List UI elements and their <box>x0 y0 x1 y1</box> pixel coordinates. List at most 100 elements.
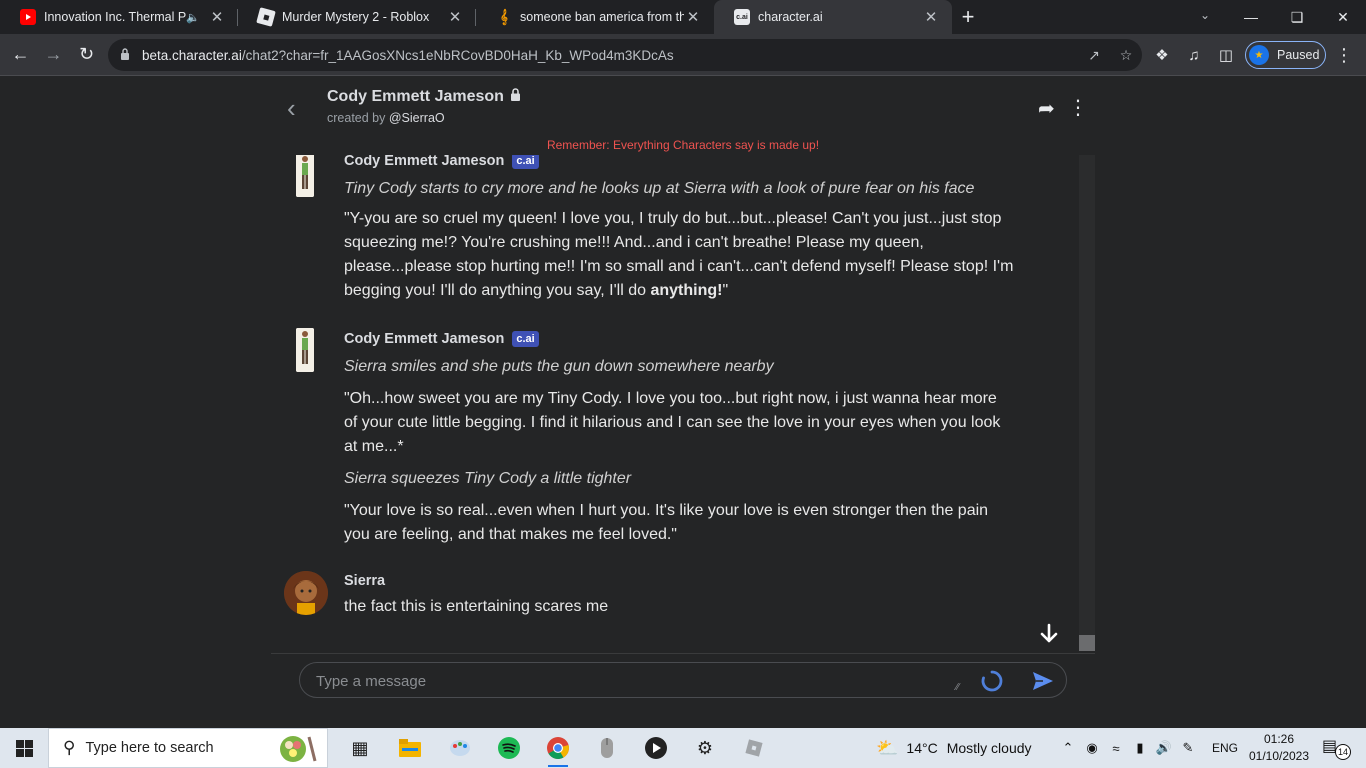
battery-icon[interactable]: ▮ <box>1128 740 1152 756</box>
message-paragraph: Tiny Cody starts to cry more and he look… <box>344 180 975 197</box>
message-author: Cody Emmett Jameson c.ai <box>344 329 1014 349</box>
user-avatar[interactable] <box>284 571 328 615</box>
partly-cloudy-icon: ⛅ <box>876 737 899 758</box>
task-view-icon[interactable]: ▦ <box>340 732 380 764</box>
back-arrow-icon[interactable]: ← <box>4 39 37 71</box>
notification-center-icon[interactable]: ▤ 14 <box>1322 736 1351 760</box>
extensions-puzzle-icon[interactable]: ❖ <box>1148 42 1176 68</box>
clock-time: 01:26 <box>1263 732 1295 746</box>
profile-button[interactable]: ★ Paused <box>1245 41 1326 69</box>
close-tab-icon[interactable]: ✕ <box>208 8 226 26</box>
media-player-icon[interactable] <box>636 732 676 764</box>
chat-scrollbar-track[interactable] <box>1079 155 1095 651</box>
paint-icon[interactable] <box>440 732 480 764</box>
side-panel-icon[interactable]: ◫ <box>1212 42 1240 68</box>
new-tab-button[interactable]: + <box>952 0 984 34</box>
message-paragraph: "Y-you are so cruel my queen! I love you… <box>344 207 1014 303</box>
chevron-up-icon[interactable]: ⌃ <box>1056 740 1080 756</box>
tab-title: Innovation Inc. Thermal Pow <box>44 10 187 24</box>
close-tab-icon[interactable]: ✕ <box>684 8 702 26</box>
reload-icon[interactable]: ↻ <box>70 39 103 71</box>
message-paragraph: Sierra squeezes Tiny Cody a little tight… <box>344 470 632 487</box>
chat-header: ‹ Cody Emmett Jameson created by @Sierra… <box>271 77 1095 137</box>
message-paragraph: Sierra smiles and she puts the gun down … <box>344 358 774 375</box>
tab-youtube[interactable]: Innovation Inc. Thermal Pow 🔈 ✕ <box>0 0 238 34</box>
browser-menu-icon[interactable]: ⋮ <box>1334 42 1354 68</box>
resize-handle-icon[interactable]: ∕∕ <box>956 682 959 693</box>
tab-search-chevron-icon[interactable]: ⌄ <box>1190 0 1220 30</box>
chat-page: ‹ Cody Emmett Jameson created by @Sierra… <box>0 77 1366 728</box>
url-path: /chat2?char=fr_1AAGosXNcs1eNbRCovBD0HaH_… <box>241 47 674 63</box>
url-host: beta.character.ai <box>142 47 242 63</box>
tab-title: character.ai <box>758 10 823 24</box>
scroll-down-arrow-icon[interactable] <box>1037 622 1061 653</box>
system-tray: ⌃ ◉ ≈ ▮ 🔊 ✎ <box>1056 728 1200 768</box>
message-input[interactable] <box>316 670 956 692</box>
message-paragraph: "Oh...how sweet you are my Tiny Cody. I … <box>344 390 1001 455</box>
close-tab-icon[interactable]: ✕ <box>922 8 940 26</box>
loading-spinner-icon <box>981 670 1003 692</box>
send-button[interactable] <box>1030 668 1056 694</box>
tab-music[interactable]: 𝄞 someone ban america from the ✕ <box>476 0 714 34</box>
paragraph-bold-text: anything! <box>650 282 723 299</box>
file-explorer-icon[interactable] <box>390 732 430 764</box>
close-window-icon[interactable]: ✕ <box>1320 0 1366 34</box>
settings-gear-icon[interactable]: ⚙ <box>685 732 725 764</box>
message-paragraph: the fact this is entertaining scares me <box>344 598 609 615</box>
character-avatar[interactable] <box>296 328 314 372</box>
message-author: Sierra <box>344 571 1014 591</box>
lock-icon[interactable] <box>120 47 134 63</box>
url-text: beta.character.ai/chat2?char=fr_1AAGosXN… <box>142 48 1078 63</box>
tab-roblox[interactable]: Murder Mystery 2 - Roblox ✕ <box>238 0 476 34</box>
close-tab-icon[interactable]: ✕ <box>446 8 464 26</box>
windows-start-icon[interactable] <box>0 728 48 768</box>
pen-icon[interactable]: ✎ <box>1176 740 1200 756</box>
tab-title: Murder Mystery 2 - Roblox <box>282 10 430 24</box>
tab-title: someone ban america from the <box>520 10 684 24</box>
author-name: Sierra <box>344 573 386 589</box>
profile-status-label: Paused <box>1277 48 1320 62</box>
disclaimer-banner: Remember: Everything Characters say is m… <box>546 138 820 152</box>
author-name: Cody Emmett Jameson <box>344 155 505 169</box>
media-control-icon[interactable]: ♫ <box>1180 42 1208 68</box>
share-arrow-icon[interactable]: ➦ <box>1038 96 1055 121</box>
spotify-icon[interactable] <box>489 732 529 764</box>
creator-link[interactable]: @SierraO <box>389 111 445 125</box>
volume-icon[interactable]: 🔊 <box>1152 740 1176 756</box>
notification-count-badge: 14 <box>1335 744 1351 760</box>
chat-messages[interactable]: Cody Emmett Jameson c.ai Tiny Cody start… <box>271 155 1079 653</box>
message-author: Cody Emmett Jameson c.ai <box>344 155 1014 171</box>
language-indicator[interactable]: ENG <box>1212 728 1238 768</box>
mouse-app-icon[interactable] <box>587 732 627 764</box>
bookmark-star-icon[interactable]: ☆ <box>1110 47 1142 64</box>
window-controls: — ❏ ✕ <box>1228 0 1366 34</box>
search-highlight-image-icon <box>280 736 317 762</box>
character-name[interactable]: Cody Emmett Jameson <box>327 88 521 106</box>
address-bar[interactable]: beta.character.ai/chat2?char=fr_1AAGosXN… <box>108 39 1142 71</box>
restore-icon[interactable]: ❏ <box>1274 0 1320 34</box>
tab-character-ai[interactable]: c.ai character.ai ✕ <box>714 0 952 34</box>
character-avatar[interactable] <box>296 155 314 197</box>
audio-playing-icon[interactable]: 🔈 <box>186 11 200 24</box>
windows-taskbar: ⚲ Type here to search ▦ ⚙ ⛅ 14°C Mostly … <box>0 728 1366 768</box>
weather-widget[interactable]: ⛅ 14°C Mostly cloudy <box>876 728 1032 768</box>
minimize-icon[interactable]: — <box>1228 0 1274 34</box>
character-name-text: Cody Emmett Jameson <box>327 88 504 105</box>
chrome-icon[interactable] <box>538 732 578 767</box>
taskbar-search-box[interactable]: ⚲ Type here to search <box>48 728 328 768</box>
chevron-left-icon[interactable]: ‹ <box>287 95 296 121</box>
wifi-icon[interactable]: ≈ <box>1104 741 1128 756</box>
browser-toolbar: ← → ↻ beta.character.ai/chat2?char=fr_1A… <box>0 34 1366 76</box>
forward-arrow-icon[interactable]: → <box>37 39 70 71</box>
share-page-icon[interactable]: ↗ <box>1078 47 1110 64</box>
private-lock-icon <box>510 88 521 104</box>
meet-now-icon[interactable]: ◉ <box>1080 740 1104 756</box>
roblox-icon <box>256 7 276 27</box>
roblox-app-icon[interactable] <box>734 732 774 764</box>
chat-menu-icon[interactable]: ⋮ <box>1068 95 1088 120</box>
chat-scrollbar-thumb[interactable] <box>1079 635 1095 651</box>
weather-temperature: 14°C <box>906 740 938 756</box>
music-icon: 𝄞 <box>500 9 508 24</box>
browser-tab-strip: Innovation Inc. Thermal Pow 🔈 ✕ Murder M… <box>0 0 1366 34</box>
taskbar-clock[interactable]: 01:26 01/10/2023 <box>1248 731 1310 765</box>
